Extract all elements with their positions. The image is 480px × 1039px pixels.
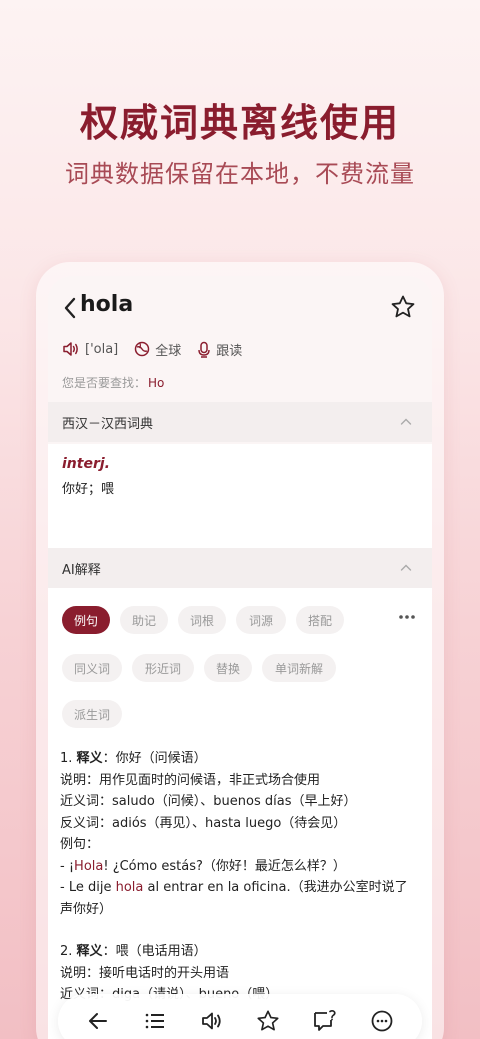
top-bar: hola [48,288,432,328]
suggest-word-link[interactable]: Ho [148,376,164,390]
follow-read-button[interactable]: 跟读 [197,340,242,359]
dictionary-title: 西汉－汉西词典 [62,416,154,432]
sense-1-antonyms: 反义词：adiós（再见）、hasta luego（待会见） [60,815,347,831]
sense-1-synonyms: 近义词：saludo（问候）、buenos días（早上好） [60,794,357,809]
globe-icon [135,341,150,357]
favorite-star-icon[interactable] [390,294,416,320]
bottom-toolbar [58,994,422,1039]
headword: hola [80,292,134,317]
tab-examples[interactable]: 例句 [62,606,110,634]
star-icon [257,1010,279,1031]
tab-new-meaning[interactable]: 单词新解 [262,654,336,682]
tab-mnemonic[interactable]: 助记 [120,606,168,634]
dictionary-screen: hola ['ola] 全球 跟读 您是否要查找： Ho 西汉－汉西词典 int… [48,276,432,1039]
chevron-up-icon [400,564,412,571]
phonetic-text: ['ola] [85,341,119,357]
follow-read-label: 跟读 [216,343,243,359]
dictionary-definition: interj. 你好；喂 [48,444,432,548]
speaker-icon [63,342,78,356]
play-pronunciation-button[interactable]: ['ola] [62,341,118,357]
pronunciation-row: ['ola] 全球 跟读 [62,338,258,360]
tab-replace[interactable]: 替换 [204,654,252,682]
ai-section-title: AI解释 [62,562,101,578]
microphone-icon [198,341,210,358]
toolbar-list-button[interactable] [139,1005,171,1037]
ai-section-header[interactable]: AI解释 [48,548,432,588]
back-icon[interactable] [60,294,80,322]
promo-headline: 权威词典离线使用 [79,101,400,145]
toolbar-back-button[interactable] [82,1005,114,1037]
more-tabs-icon[interactable] [398,614,416,620]
ai-content: 1. 释义：你好（问候语） 说明：用作见面时的问候语，非正式场合使用 近义词：s… [60,748,420,1006]
sense-1-description: 说明：用作见面时的问候语，非正式场合使用 [60,772,321,788]
toolbar-favorite-button[interactable] [252,1005,284,1037]
tab-similar-words[interactable]: 形近词 [132,654,194,682]
tab-synonyms[interactable]: 同义词 [62,654,122,682]
sense-1-example-label: 例句： [60,837,100,852]
toolbar-more-button[interactable] [366,1005,398,1037]
sense-1-example-2: - Le dije hola al entrar en la oficina.（… [60,880,408,917]
more-circle-icon [371,1010,393,1032]
region-selector[interactable]: 全球 [134,340,181,359]
sense-1-heading: 1. 释义：你好（问候语） [60,751,207,766]
ai-explanation: 例句 助记 词根 词源 搭配 同义词 形近词 替换 单词新解 派生词 1. 释义… [48,588,432,1039]
did-you-mean: 您是否要查找： Ho [62,374,164,391]
region-label: 全球 [155,343,182,359]
ai-tab-chips: 例句 助记 词根 词源 搭配 同义词 形近词 替换 单词新解 派生词 [60,604,420,736]
toolbar-speaker-button[interactable] [196,1005,228,1037]
promo-subline: 词典数据保留在本地，不费流量 [65,160,415,188]
sense-1-example-1: - ¡Hola! ¿Cómo estás?（你好！最近怎么样？） [60,858,346,874]
tab-etymology[interactable]: 词源 [236,606,286,634]
chat-question-icon [314,1010,336,1031]
sense-2-description: 说明：接听电话时的开头用语 [60,965,230,981]
tab-collocation[interactable]: 搭配 [296,606,344,634]
tab-root[interactable]: 词根 [178,606,226,634]
dictionary-section-header[interactable]: 西汉－汉西词典 [48,402,432,442]
suggest-prefix: 您是否要查找： [62,376,147,390]
tab-derivatives[interactable]: 派生词 [62,700,122,728]
chevron-up-icon [400,418,412,425]
part-of-speech: interj. [62,456,110,472]
speaker-icon [201,1012,221,1030]
list-icon [145,1013,164,1029]
sense-2-heading: 2. 释义：喂（电话用语） [60,944,207,959]
arrow-left-icon [89,1013,108,1029]
definition-text: 你好；喂 [62,482,115,497]
toolbar-ask-button[interactable] [309,1005,341,1037]
